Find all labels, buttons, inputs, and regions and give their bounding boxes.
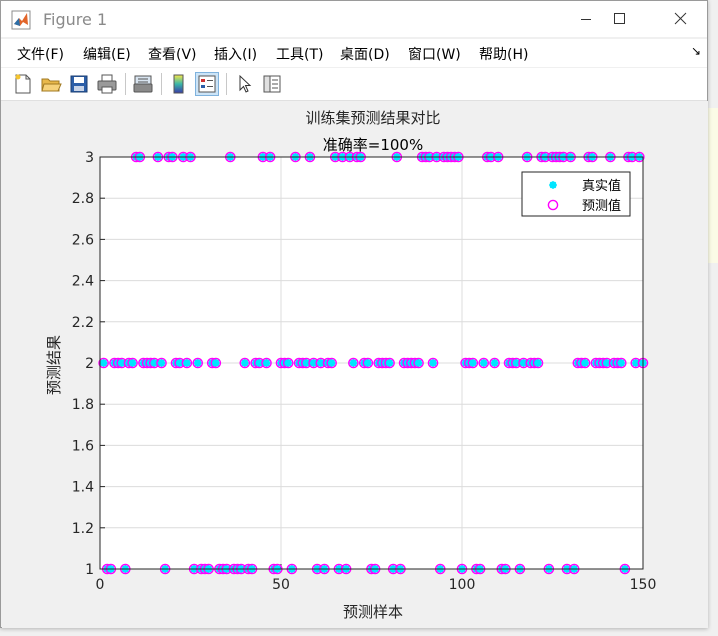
window-title: Figure 1: [43, 10, 108, 29]
colorbar-icon[interactable]: [168, 73, 190, 95]
menu-desktop[interactable]: 桌面(D): [340, 44, 390, 64]
matlab-logo-icon: [11, 10, 31, 30]
y-tick-label: 2.2: [72, 315, 94, 331]
chart-title: 训练集预测结果对比: [305, 109, 440, 127]
menu-file[interactable]: 文件(F): [17, 44, 64, 64]
y-tick-label: 2.4: [72, 274, 94, 290]
property-editor-icon[interactable]: [261, 73, 283, 95]
print-preview-icon[interactable]: [132, 73, 154, 95]
y-tick-label: 2: [85, 356, 94, 372]
x-tick-label: 0: [96, 577, 105, 593]
y-tick-label: 2.6: [72, 232, 94, 248]
y-tick-label: 1.2: [72, 521, 94, 537]
scatter-chart: 训练集预测结果对比 准确率=100% 0 50 100 150 1 1.2 1.4 1.6 1.…: [45, 109, 657, 621]
menu-window[interactable]: 窗口(W): [408, 44, 461, 64]
open-file-icon[interactable]: [40, 73, 62, 95]
pointer-icon[interactable]: [233, 73, 255, 95]
toolbar-separator: [226, 73, 227, 95]
y-tick-label: 2.8: [72, 191, 94, 207]
menu-tools[interactable]: 工具(T): [276, 44, 323, 64]
background-window-edge-right: [708, 108, 718, 263]
toolbar: [1, 68, 707, 101]
minimize-button[interactable]: [563, 1, 609, 37]
maximize-button[interactable]: [609, 1, 655, 37]
y-tick-label: 1.6: [72, 438, 94, 454]
x-tick-label: 150: [630, 577, 657, 593]
minimize-icon: [581, 19, 591, 20]
close-icon: [674, 12, 687, 25]
x-axis-label: 预测样本: [343, 603, 403, 621]
menu-view[interactable]: 查看(V): [148, 44, 197, 64]
toolbar-separator: [125, 73, 126, 95]
menu-insert[interactable]: 插入(I): [214, 44, 257, 64]
toolbar-separator: [161, 73, 162, 95]
new-figure-icon[interactable]: [12, 73, 34, 95]
dock-arrow-icon[interactable]: ↘: [691, 44, 701, 58]
title-bar[interactable]: Figure 1: [1, 1, 707, 37]
close-button[interactable]: [655, 1, 701, 37]
menu-edit[interactable]: 编辑(E): [83, 44, 131, 64]
y-tick-label: 3: [85, 150, 94, 166]
legend-icon[interactable]: [195, 72, 219, 96]
x-tick-label: 100: [449, 577, 476, 593]
menu-bar: 文件(F) 编辑(E) 查看(V) 插入(I) 工具(T) 桌面(D) 窗口(W…: [1, 39, 707, 67]
legend-label-true: 真实值: [582, 178, 621, 194]
maximize-icon: [614, 13, 625, 24]
chart-subtitle: 准确率=100%: [323, 136, 423, 154]
figure-window: Figure 1 文件(F) 编辑(E) 查看(V) 插入(I) 工具(T) 桌…: [0, 0, 708, 628]
print-icon[interactable]: [96, 73, 118, 95]
legend[interactable]: 真实值 预测值: [521, 171, 631, 217]
y-axis-label: 预测结果: [45, 335, 63, 395]
figure-canvas: 训练集预测结果对比 准确率=100% 0 50 100 150 1 1.2 1.4 1.6 1.…: [2, 101, 708, 628]
y-tick-label: 1.8: [72, 397, 94, 413]
y-tick-label: 1: [85, 562, 94, 578]
legend-label-pred: 预测值: [582, 198, 621, 214]
x-tick-label: 50: [272, 577, 290, 593]
menu-help[interactable]: 帮助(H): [479, 44, 528, 64]
y-tick-label: 1.4: [72, 480, 94, 496]
save-icon[interactable]: [68, 73, 90, 95]
